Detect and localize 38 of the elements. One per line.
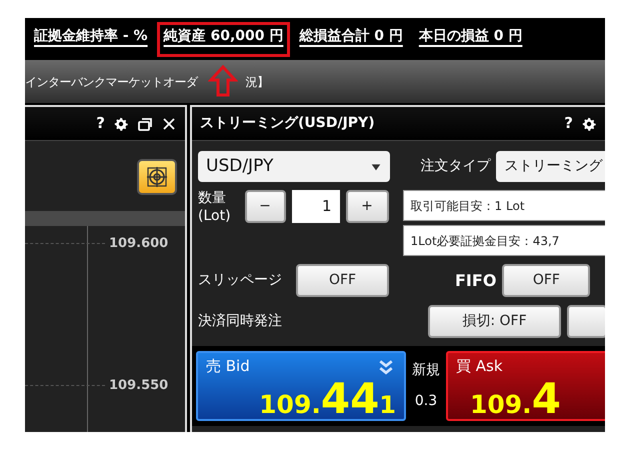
currency-pair-select[interactable]: USD/JPY [198,151,390,182]
order-type-select[interactable]: ストリーミング [496,151,605,182]
order-type-label: 注文タイプ [420,157,490,176]
account-summary-link[interactable]: 本日の損益 0 円 [412,22,530,56]
ask-price-button[interactable]: 買 Ask 109.4 [446,351,605,421]
stop-loss-button[interactable]: 損切: OFF [428,305,561,338]
option-button[interactable] [567,305,605,338]
spread-label: 新規 [412,361,440,380]
settings-icon[interactable] [113,116,129,132]
spread-value: 0.3 [414,392,438,411]
info-field: 1Lot必要証拠金目安：43,7 [402,225,605,256]
settings-icon[interactable] [581,116,597,132]
crosshair-icon[interactable] [145,165,169,189]
close-icon[interactable] [161,116,177,132]
slippage-label: スリッページ [198,271,282,290]
axis-label: 109.550 [109,377,168,395]
fifo-label: FIFO [455,270,496,292]
quantity-field[interactable]: 1 [292,190,340,223]
annotation-arrow [208,64,238,96]
account-summary-link[interactable]: 総損益合計 0 円 [292,22,410,56]
slippage-toggle[interactable]: OFF [296,264,389,297]
quantity-label: 数量 (Lot) [198,190,231,225]
decrease-button[interactable]: − [244,190,286,223]
info-field: 取引可能目安：1 Lot [402,190,605,221]
crosshair-button[interactable] [137,159,177,195]
restore-icon[interactable] [137,116,153,132]
axis-label: 109.600 [109,235,168,253]
menu-title: 況】 [246,74,268,90]
panel-title: ストリーミング(USD/JPY) [200,114,375,133]
double-chevron-icon [378,359,394,375]
account-summary-link[interactable]: 証拠金維持率 - % [27,22,155,56]
help-button[interactable]: ? [96,112,105,135]
help-button[interactable]: ? [564,112,573,135]
fifo-toggle[interactable]: OFF [502,264,590,297]
menu-title: インターバンクマーケットオーダ [25,74,198,90]
bid-price-button[interactable]: 売 Bid 109.441 [196,351,406,421]
settlement-label: 決済同時発注 [198,312,282,331]
increase-button[interactable]: + [346,190,389,223]
